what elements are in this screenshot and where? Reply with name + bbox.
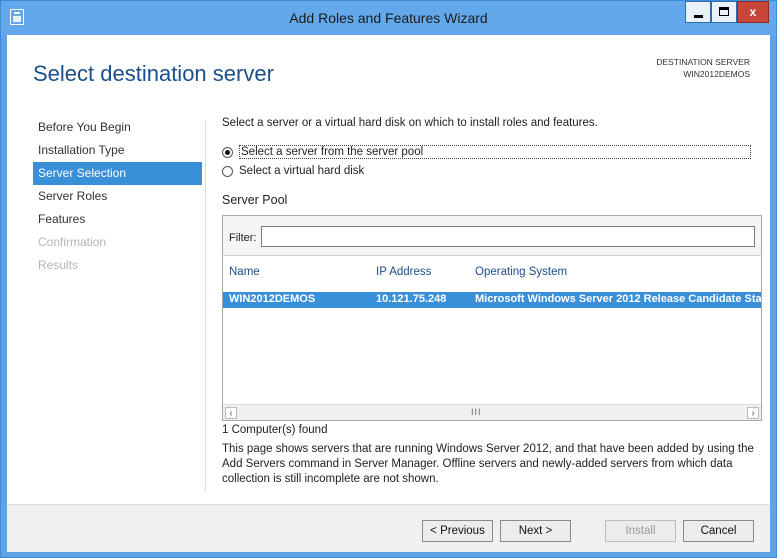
radio-vhd-label[interactable]: Select a virtual hard disk bbox=[239, 165, 364, 177]
maximize-button[interactable] bbox=[711, 1, 737, 23]
radio-server-pool-row[interactable]: Select a server from the server pool bbox=[222, 145, 753, 159]
filter-input[interactable] bbox=[261, 226, 755, 247]
column-header-name[interactable]: Name bbox=[229, 266, 260, 278]
close-button[interactable]: x bbox=[737, 1, 769, 23]
cell-name: WIN2012DEMOS bbox=[229, 293, 316, 305]
column-header-os[interactable]: Operating System bbox=[475, 266, 567, 278]
cell-os: Microsoft Windows Server 2012 Release Ca… bbox=[475, 293, 761, 305]
wizard-footer: < Previous Next > Install Cancel bbox=[7, 504, 770, 552]
minimize-icon bbox=[694, 15, 703, 18]
filter-bar: Filter: bbox=[223, 216, 761, 256]
previous-button[interactable]: < Previous bbox=[422, 520, 493, 542]
scroll-left-icon[interactable]: ‹ bbox=[225, 407, 237, 419]
radio-server-pool-label[interactable]: Select a server from the server pool bbox=[239, 145, 751, 159]
page-title: Select destination server bbox=[33, 61, 274, 86]
wizard-window: Add Roles and Features Wizard x Select d… bbox=[0, 0, 777, 558]
intro-text: Select a server or a virtual hard disk o… bbox=[222, 117, 598, 129]
minimize-button[interactable] bbox=[685, 1, 711, 23]
next-button[interactable]: Next > bbox=[500, 520, 571, 542]
nav-item-features[interactable]: Features bbox=[33, 208, 202, 231]
computer-count: 1 Computer(s) found bbox=[222, 424, 328, 436]
nav-item-installation-type[interactable]: Installation Type bbox=[33, 139, 202, 162]
wizard-nav: Before You Begin Installation Type Serve… bbox=[33, 116, 202, 277]
nav-divider bbox=[205, 121, 206, 491]
column-header-ip[interactable]: IP Address bbox=[376, 266, 431, 278]
install-button: Install bbox=[605, 520, 676, 542]
description-text: This page shows servers that are running… bbox=[222, 443, 754, 485]
radio-vhd-row[interactable]: Select a virtual hard disk bbox=[222, 165, 364, 177]
horizontal-scrollbar[interactable]: ‹ III › bbox=[223, 404, 761, 420]
close-icon: x bbox=[749, 5, 757, 19]
table-row[interactable]: WIN2012DEMOS 10.121.75.248 Microsoft Win… bbox=[223, 292, 761, 308]
destination-server-label: DESTINATION SERVER bbox=[656, 57, 750, 67]
cancel-button[interactable]: Cancel bbox=[683, 520, 754, 542]
server-pool-label: Server Pool bbox=[222, 193, 288, 207]
radio-virtual-hard-disk[interactable] bbox=[222, 165, 233, 177]
title-bar[interactable]: Add Roles and Features Wizard x bbox=[1, 1, 776, 35]
nav-item-server-selection[interactable]: Server Selection bbox=[33, 162, 202, 185]
nav-item-server-roles[interactable]: Server Roles bbox=[33, 185, 202, 208]
radio-server-pool[interactable] bbox=[222, 146, 233, 158]
filter-label: Filter: bbox=[229, 232, 257, 244]
window-title: Add Roles and Features Wizard bbox=[289, 10, 488, 26]
scroll-thumb-grip-icon[interactable]: III bbox=[471, 407, 482, 417]
server-pool-panel: Filter: Name IP Address Operating System… bbox=[222, 215, 762, 421]
nav-item-results: Results bbox=[38, 258, 79, 272]
wizard-client: Select destination server DESTINATION SE… bbox=[7, 35, 770, 552]
scroll-right-icon[interactable]: › bbox=[747, 407, 759, 419]
nav-item-before-you-begin[interactable]: Before You Begin bbox=[33, 116, 202, 139]
destination-server-value: WIN2012DEMOS bbox=[683, 69, 750, 79]
cell-ip: 10.121.75.248 bbox=[376, 293, 447, 305]
maximize-icon bbox=[719, 7, 729, 16]
nav-item-confirmation: Confirmation bbox=[38, 235, 107, 249]
